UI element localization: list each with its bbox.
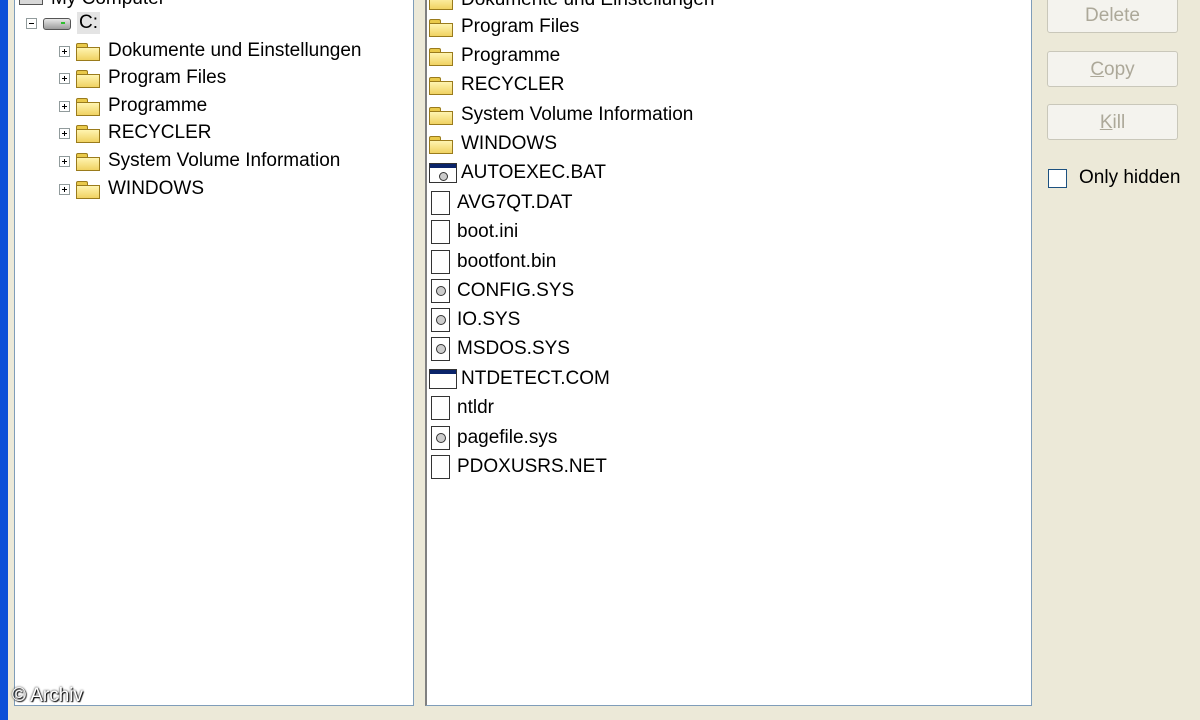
folder-icon [76,124,100,143]
kill-button-label: ill [1112,112,1126,133]
copy-button-accelerator: C [1090,59,1105,80]
folder-icon [76,42,100,61]
tree-item[interactable]: Program Files [59,65,226,91]
list-item[interactable]: bootfont.bin [431,249,556,275]
folder-icon [429,0,453,10]
file-manager-window: My Computer C: Dokumente und Einstellung… [0,0,1200,720]
kill-button-accelerator: K [1099,112,1113,133]
list-item[interactable]: boot.ini [431,219,518,245]
folder-tree[interactable]: My Computer C: Dokumente und Einstellung… [14,0,414,706]
tree-item-label: Program Files [108,67,227,88]
list-item[interactable]: Program Files [429,14,579,40]
tree-item[interactable]: RECYCLER [59,120,211,146]
kill-button[interactable]: Kill [1047,104,1178,140]
hard-drive-icon [43,16,71,30]
list-item[interactable]: AVG7QT.DAT [431,190,572,216]
tree-item-label: System Volume Information [108,150,341,171]
batch-file-icon [429,163,457,183]
only-hidden-checkbox[interactable] [1048,168,1067,188]
only-hidden-option[interactable]: Only hidden [1048,165,1180,191]
tree-drive-c[interactable]: C: [26,10,100,36]
file-icon [431,250,450,274]
list-item-label: PDOXUSRS.NET [457,456,607,477]
file-list[interactable]: Dokumente und Einstellungen Program File… [425,0,1032,706]
status-strip [8,708,1200,720]
expand-icon[interactable] [59,127,70,139]
folder-icon [429,18,453,37]
folder-icon [429,135,453,154]
expand-icon[interactable] [59,183,70,195]
list-item[interactable]: Programme [429,43,560,69]
copy-button-label: opy [1104,59,1135,80]
list-item-label: boot.ini [457,221,519,242]
list-item[interactable]: IO.SYS [431,307,520,333]
list-item[interactable]: WINDOWS [429,131,557,157]
list-item[interactable]: MSDOS.SYS [431,336,570,362]
only-hidden-label: Only hidden [1079,167,1181,188]
copyright-watermark: © Archiv [12,685,84,706]
list-item[interactable]: RECYCLER [429,72,564,98]
copy-button[interactable]: Copy [1047,51,1178,87]
list-item-label: Dokumente und Einstellungen [461,0,715,11]
tree-root-label: My Computer [51,0,165,10]
expand-icon[interactable] [59,45,70,57]
expand-icon[interactable] [59,100,70,112]
computer-icon [19,0,43,5]
list-item-label: System Volume Information [461,104,694,125]
list-item-label: IO.SYS [457,309,521,330]
tree-item[interactable]: Dokumente und Einstellungen [59,38,362,64]
delete-button-label: Delete [1085,5,1140,26]
list-item-label: pagefile.sys [457,427,558,448]
expand-icon[interactable] [59,155,70,167]
list-item[interactable]: ntldr [431,395,494,421]
delete-button[interactable]: Delete [1047,0,1178,33]
collapse-icon[interactable] [26,17,37,29]
tree-item[interactable]: WINDOWS [59,176,204,202]
file-icon [431,191,450,215]
tree-item[interactable]: Programme [59,93,207,119]
system-file-icon [431,426,450,450]
panel-splitter[interactable] [414,0,425,706]
file-icon [431,396,450,420]
folder-icon [76,69,100,88]
list-item[interactable]: CONFIG.SYS [431,278,574,304]
tree-item[interactable]: System Volume Information [59,148,340,174]
folder-icon [76,97,100,116]
file-icon [431,455,450,479]
folder-icon [429,76,453,95]
tree-item-label: Programme [108,95,208,116]
list-item[interactable]: pagefile.sys [431,425,557,451]
folder-icon [76,152,100,171]
tree-item-label: RECYCLER [108,122,212,143]
list-item[interactable]: System Volume Information [429,102,693,128]
system-file-icon [431,279,450,303]
system-file-icon [431,337,450,361]
system-file-icon [431,308,450,332]
expand-icon[interactable] [59,72,70,84]
list-item-label: MSDOS.SYS [457,338,570,359]
list-item[interactable]: NTDETECT.COM [429,366,610,392]
list-item-label: ntldr [457,397,494,418]
file-icon [431,220,450,244]
list-item[interactable]: AUTOEXEC.BAT [429,160,606,186]
list-item-label: Program Files [461,16,580,37]
folder-icon [76,180,100,199]
window-frame-left [0,0,8,720]
list-item-label: AUTOEXEC.BAT [461,162,606,183]
list-item-label: AVG7QT.DAT [457,192,573,213]
drive-label: C: [77,12,100,34]
tree-item-label: Dokumente und Einstellungen [108,40,362,61]
list-item-label: NTDETECT.COM [461,368,610,389]
list-item-label: bootfont.bin [457,251,557,272]
list-item-label: Programme [461,45,561,66]
folder-icon [429,47,453,66]
list-item[interactable]: PDOXUSRS.NET [431,454,607,480]
list-item-label: RECYCLER [461,74,565,95]
executable-icon [429,369,457,389]
tree-item-label: WINDOWS [108,178,205,199]
list-item[interactable]: Dokumente und Einstellungen [429,0,715,13]
list-item-label: CONFIG.SYS [457,280,575,301]
folder-icon [429,106,453,125]
list-item-label: WINDOWS [461,133,558,154]
